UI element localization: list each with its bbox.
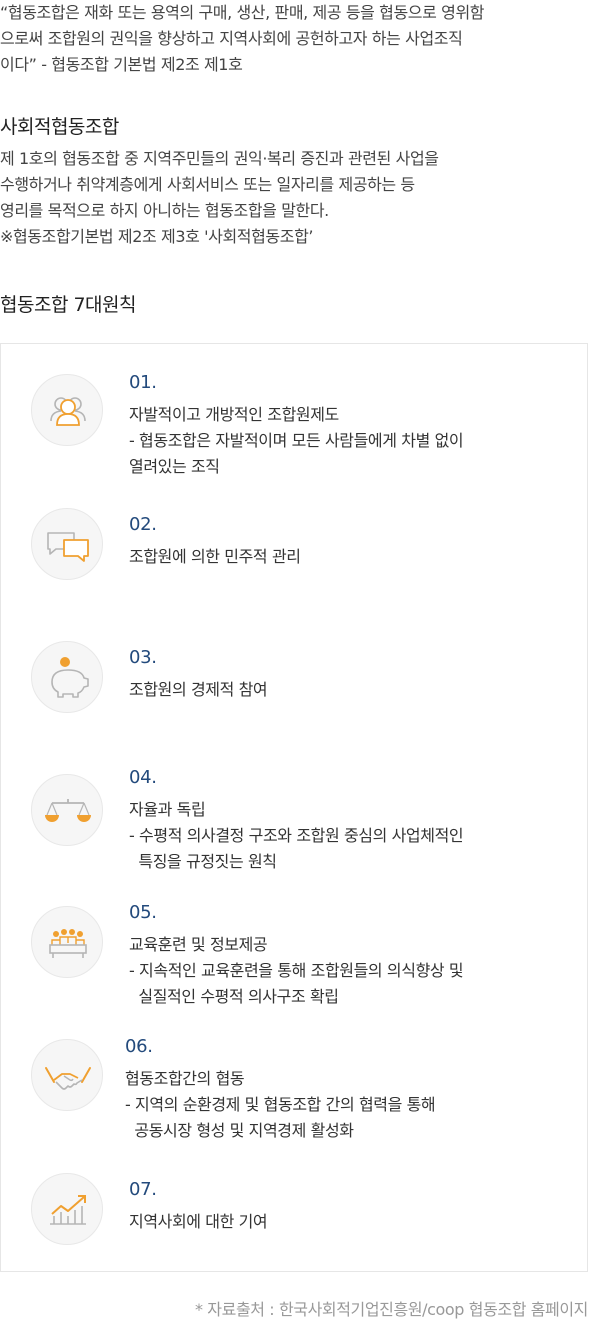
principle-text: 조합원에 의한 민주적 관리 [129, 547, 301, 566]
principle-number: 01. [129, 372, 157, 393]
principle-text: 협동조합간의 협동 [125, 1069, 245, 1088]
social-coop-definition: 제 1호의 협동조합 중 지역주민들의 권익·복리 증진과 관련된 사업을 수행… [0, 146, 590, 250]
principle-text: 교육훈련 및 정보제공 [129, 935, 268, 954]
source-note: * 자료출처 : 한국사회적기업진흥원/coop 협동조합 홈페이지 [195, 1300, 588, 1319]
education-icon [31, 906, 103, 978]
principle-number: 06. [125, 1036, 153, 1057]
principle-text: 자발적이고 개방적인 조합원제도 [129, 405, 339, 424]
definition-line: 영리를 목적으로 하지 아니하는 협동조합을 말한다. [0, 201, 329, 220]
scale-icon [31, 774, 103, 846]
principle-text: 공동시장 형성 및 지역경제 활성화 [125, 1121, 354, 1140]
social-coop-title: 사회적협동조합 [0, 116, 119, 138]
principle-number: 04. [129, 767, 157, 788]
intro-line: “협동조합은 재화 또는 용역의 구매, 생산, 판매, 제공 등을 협동으로 … [0, 3, 485, 22]
principle-text: - 지역의 순환경제 및 협동조합 간의 협력을 통해 [125, 1095, 436, 1114]
principle-text: - 협동조합은 자발적이며 모든 사람들에게 차별 없이 [129, 431, 464, 450]
principle-text: - 지속적인 교육훈련을 통해 조합원들의 의식향상 및 [129, 961, 464, 980]
growth-chart-icon [31, 1173, 103, 1245]
principle-number: 02. [129, 514, 157, 535]
definition-line: 수행하거나 취약계층에게 사회서비스 또는 일자리를 제공하는 등 [0, 175, 415, 194]
handshake-icon [31, 1039, 103, 1111]
principle-text: 조합원의 경제적 참여 [129, 680, 268, 699]
principles-box: 01. 자발적이고 개방적인 조합원제도 - 협동조합은 자발적이며 모든 사람… [0, 343, 588, 1272]
principle-text: 자율과 독립 [129, 800, 206, 819]
people-icon [31, 374, 103, 446]
intro-line: 이다” - 협동조합 기본법 제2조 제1호 [0, 55, 243, 74]
principle-text: 실질적인 수평적 의사구조 확립 [129, 987, 339, 1006]
piggy-bank-icon [31, 641, 103, 713]
principle-text: 열려있는 조직 [129, 457, 220, 476]
definition-line: 제 1호의 협동조합 중 지역주민들의 권익·복리 증진과 관련된 사업을 [0, 149, 439, 168]
definition-line: ※협동조합기본법 제2조 제3호 '사회적협동조합’ [0, 227, 314, 246]
principle-number: 05. [129, 902, 157, 923]
principle-text: - 수평적 의사결정 구조와 조합원 중심의 사업체적인 [129, 826, 464, 845]
principle-text: 지역사회에 대한 기여 [129, 1212, 268, 1231]
principle-number: 07. [129, 1179, 157, 1200]
principle-number: 03. [129, 647, 157, 668]
chat-icon [31, 508, 103, 580]
principles-title: 협동조합 7대원칙 [0, 294, 137, 316]
principle-text: 특징을 규정짓는 원칙 [129, 852, 277, 871]
intro-quote: “협동조합은 재화 또는 용역의 구매, 생산, 판매, 제공 등을 협동으로 … [0, 0, 590, 78]
intro-line: 으로써 조합원의 권익을 향상하고 지역사회에 공헌하고자 하는 사업조직 [0, 29, 463, 48]
